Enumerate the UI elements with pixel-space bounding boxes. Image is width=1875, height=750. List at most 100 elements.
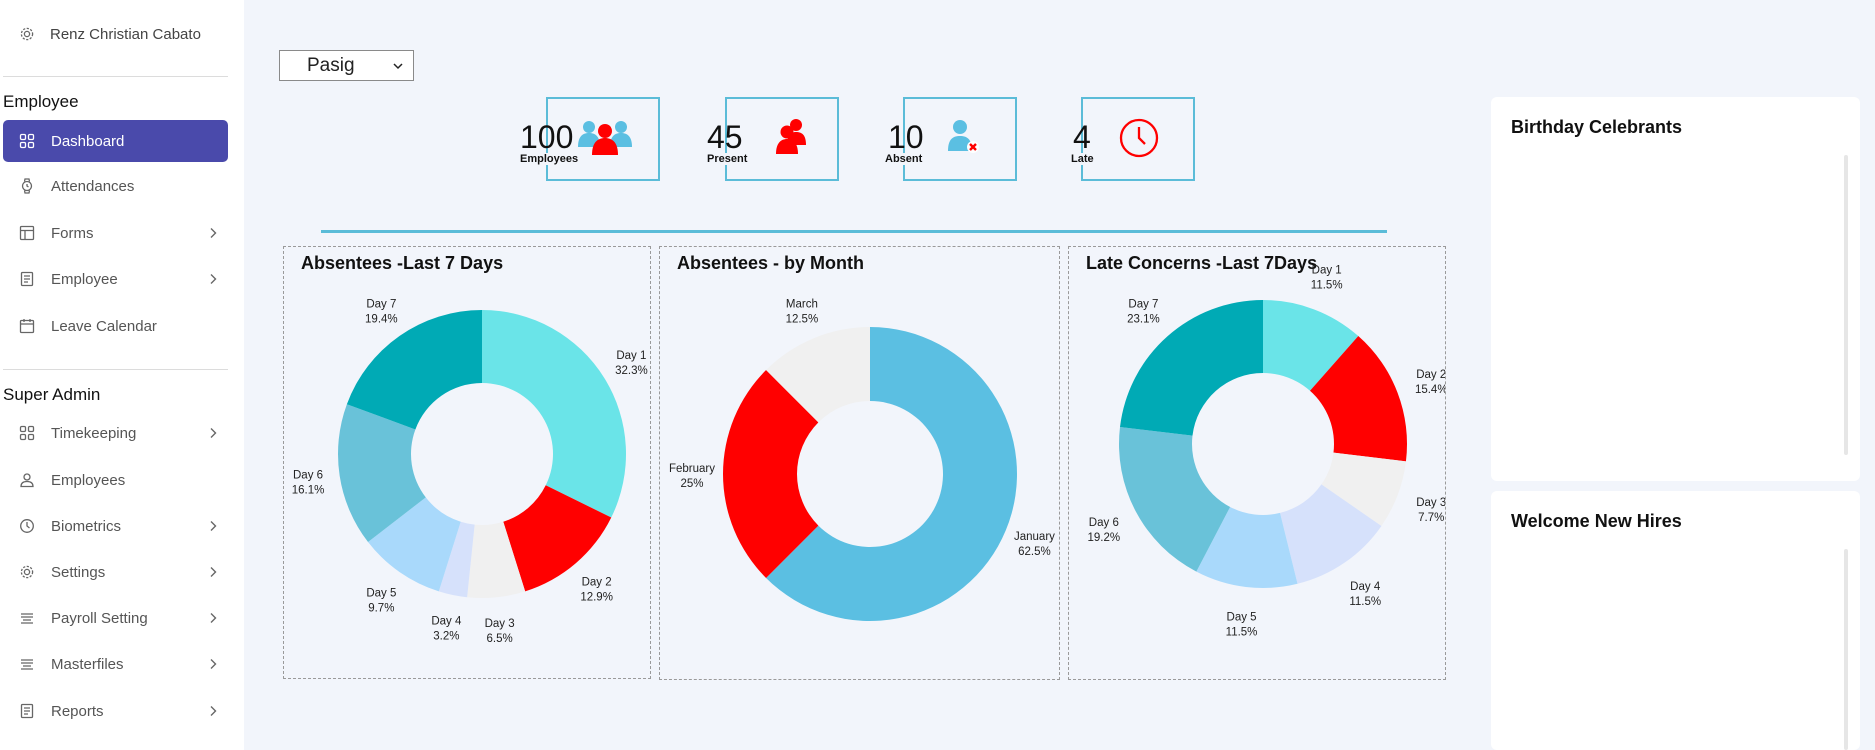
slice-category-label: Day 3 [485,618,515,630]
slice-value-label: 11.5% [1226,627,1258,639]
chevron-right-icon [198,227,228,239]
stat-card-employees: 100 Employees [514,97,664,181]
sidebar-divider [3,76,228,77]
slice-value-label: 9.7% [368,602,394,614]
sidebar-item-label: Payroll Setting [51,609,148,627]
slice-category-label: Day 1 [1312,265,1342,277]
chevron-right-icon [198,612,228,624]
chart-panel-absentees-7days: Absentees -Last 7 Days Day 1 32.3% Day 2 12… [283,246,651,679]
sidebar-item-label: Employee [51,270,118,288]
slice-category-label: Day 1 [616,350,646,362]
sidebar-item-masterfiles[interactable]: Masterfiles [3,643,228,685]
donut-slice-day-1[interactable] [482,310,626,518]
birthday-celebrants-card: Birthday Celebrants [1491,97,1860,481]
sidebar-divider [3,369,228,370]
sidebar-item-label: Dashboard [51,132,125,150]
gear-icon [18,25,36,43]
stat-value: 10 [888,119,924,155]
employees-group-icon [578,121,632,155]
grid-icon [18,424,36,442]
user-name: Renz Christian Cabato [50,25,201,43]
chevron-right-icon [198,520,228,532]
slice-value-label: 11.5% [1349,596,1381,608]
watch-icon [18,177,36,195]
sidebar-item-attendances[interactable]: Attendances [3,165,228,207]
slice-value-label: 19.2% [1088,532,1121,544]
slice-value-label: 62.5% [1018,546,1051,558]
stat-label: Present [707,153,750,165]
stat-label: Absent [885,153,925,165]
sidebar-item-label: Masterfiles [51,655,124,673]
chevron-right-icon [198,427,228,439]
sidebar-item-settings[interactable]: Settings [3,551,228,593]
stat-value: 45 [707,119,743,155]
stat-label: Late [1071,153,1096,165]
sidebar-item-employee[interactable]: Employee [3,258,228,300]
document-icon [18,270,36,288]
location-select[interactable]: Pasig [279,50,414,81]
slice-value-label: 6.5% [487,633,513,645]
gear-icon [18,563,36,581]
sidebar-item-leave-calendar[interactable]: Leave Calendar [3,305,228,347]
separator-line [321,230,1387,233]
slice-category-label: March [786,299,818,311]
sidebar-item-forms[interactable]: Forms [3,212,228,254]
scrollbar[interactable] [1844,549,1848,750]
lines-icon [18,655,36,673]
slice-category-label: Day 7 [1128,298,1158,310]
slice-value-label: 19.4% [365,314,398,326]
chevron-right-icon [198,658,228,670]
scrollbar[interactable] [1844,155,1848,455]
sidebar-item-employees[interactable]: Employees [3,459,228,501]
sidebar-item-label: Employees [51,471,126,489]
stat-label: Employees [520,153,581,165]
section-title-employee: Employee [3,92,79,111]
welcome-new-hires-title: Welcome New Hires [1511,511,1682,531]
sidebar-item-label: Reports [51,702,104,720]
slice-value-label: 25% [680,478,703,490]
slice-category-label: Day 6 [293,470,323,482]
sidebar-item-timekeeping[interactable]: Timekeeping [3,412,228,454]
stat-card-present: 45 Present [700,97,840,181]
slice-value-label: 12.9% [580,592,613,604]
chevron-right-icon [198,566,228,578]
birthday-celebrants-title: Birthday Celebrants [1511,117,1683,137]
user-profile[interactable]: Renz Christian Cabato [18,22,201,46]
slice-category-label: Day 7 [366,299,396,311]
sidebar-item-reports[interactable]: Reports [3,690,228,732]
slice-value-label: 3.2% [433,630,459,642]
stat-value: 4 [1073,119,1091,155]
donut-slice-day-7[interactable] [346,310,482,430]
lines-icon [18,609,36,627]
sidebar-item-label: Forms [51,224,94,242]
slice-value-label: 23.1% [1127,313,1160,325]
donut-chart-late-concerns: Day 1 11.5% Day 2 15.4% Day 3 7.7% Day 4 11.5% D… [1088,265,1445,639]
chart-panel-absentees-month: Absentees - by Month January 62.5% Februar… [659,246,1060,680]
table-icon [18,224,36,242]
welcome-new-hires-card: Welcome New Hires [1491,491,1860,750]
slice-value-label: 32.3% [615,365,648,377]
slice-value-label: 16.1% [292,485,325,497]
section-title-super-admin: Super Admin [3,385,101,404]
absent-user-icon [948,120,979,153]
slice-value-label: 12.5% [786,314,819,326]
sidebar-item-payroll-setting[interactable]: Payroll Setting [3,597,228,639]
slice-category-label: Day 6 [1089,517,1119,529]
stat-card-absent: 10 Absent [878,97,1018,181]
sidebar-item-dashboard[interactable]: Dashboard [3,120,228,162]
present-group-icon [776,119,806,154]
grid-icon [18,132,36,150]
sidebar-item-label: Biometrics [51,517,122,535]
person-icon [18,471,36,489]
slice-value-label: 11.5% [1311,280,1343,292]
donut-chart-absentees-7days: Day 1 32.3% Day 2 12.9% Day 3 6.5% Day 4 3.2% Da… [292,299,648,645]
sidebar-item-biometrics[interactable]: Biometrics [3,505,228,547]
stat-card-late: 4 Late [1060,97,1200,181]
sidebar: Renz Christian Cabato Employee Dashboard… [0,0,244,750]
sidebar-item-label: Timekeeping [51,424,137,442]
slice-value-label: 15.4% [1415,384,1445,396]
document-icon [18,702,36,720]
slice-category-label: Day 3 [1416,497,1445,509]
chevron-down-icon [383,62,413,70]
chart-panel-late-concerns: Late Concerns -Last 7Days Day 1 11.5% Day … [1068,246,1446,680]
